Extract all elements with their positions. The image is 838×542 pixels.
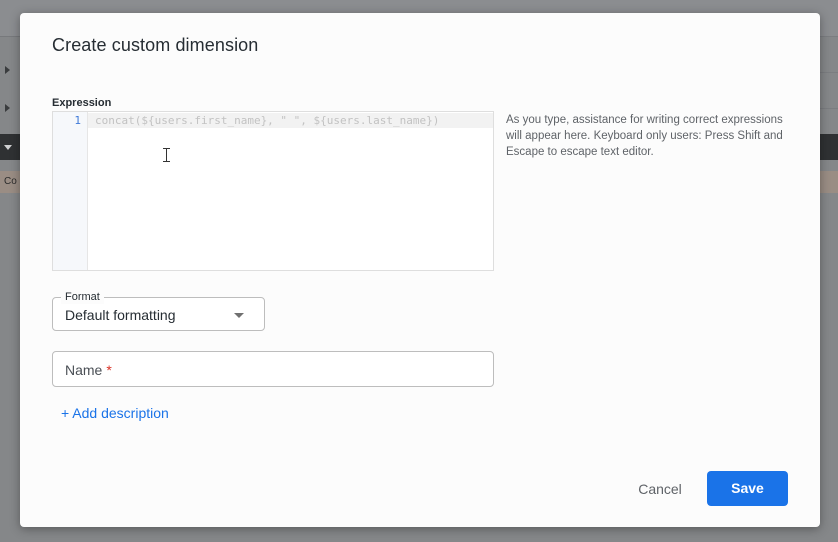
collapse-arrow-icon [4, 145, 12, 150]
dialog-title: Create custom dimension [52, 35, 259, 55]
name-input[interactable]: Name * [52, 351, 494, 387]
format-value: Default formatting [65, 307, 176, 323]
background-row-toggle [0, 54, 20, 88]
cancel-button[interactable]: Cancel [624, 472, 696, 506]
expression-placeholder: concat(${users.first_name}, " ", ${users… [95, 114, 440, 127]
name-label-text: Name [65, 362, 103, 378]
editor-gutter: 1 [53, 112, 88, 270]
expression-label: Expression [52, 97, 112, 109]
background-right-strip [820, 171, 838, 193]
background-right-row [820, 72, 838, 109]
line-number: 1 [74, 114, 81, 127]
expand-arrow-icon [5, 66, 10, 74]
expression-assist-text: As you type, assistance for writing corr… [506, 114, 783, 158]
text-cursor-icon [163, 148, 171, 162]
background-right-row [820, 108, 838, 145]
format-select[interactable]: Format Default formatting [52, 290, 265, 331]
expand-arrow-icon [5, 104, 10, 112]
name-label: Name * [65, 362, 112, 378]
required-asterisk: * [106, 362, 112, 378]
dropdown-caret-icon [234, 313, 244, 318]
expression-editor[interactable]: 1 concat(${users.first_name}, " ", ${use… [52, 111, 494, 271]
format-label: Format [61, 290, 104, 304]
background-row-toggle [0, 92, 20, 126]
save-button[interactable]: Save [707, 471, 788, 506]
add-description-link[interactable]: + Add description [61, 405, 169, 421]
create-custom-dimension-dialog: Create custom dimension Expression 1 con… [20, 13, 820, 527]
background-right-row [820, 36, 838, 73]
